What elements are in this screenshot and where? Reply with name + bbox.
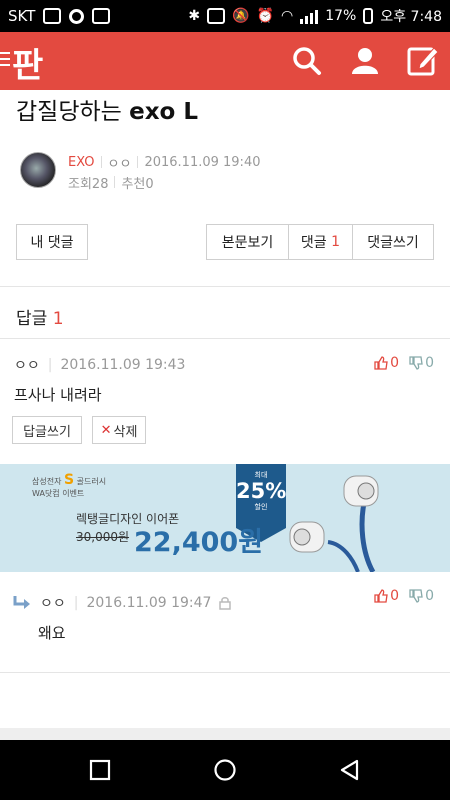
divider (0, 286, 450, 287)
ad-brand: 삼성전자 S 골드러시 WA닷컴 이벤트 (32, 472, 107, 500)
nfc-icon (207, 8, 226, 24)
vote-area: 0 0 (374, 588, 434, 604)
upvote-count: 0 (390, 355, 400, 371)
downvote-count: 0 (425, 588, 434, 604)
bluetooth-icon: ✱ (188, 8, 201, 24)
user-icon[interactable] (348, 44, 382, 78)
upvote-button[interactable]: 0 (374, 588, 399, 604)
delete-button[interactable]: ✕ 삭제 (92, 416, 146, 444)
reply-button[interactable]: 답글쓰기 (12, 416, 82, 444)
post-title-text: 갑질당하는 (16, 99, 130, 125)
post-title: 갑질당하는 exo L (16, 92, 198, 126)
comments-count: 1 (331, 234, 341, 250)
replies-count: 1 (52, 309, 64, 329)
recent-apps-icon[interactable] (88, 758, 112, 782)
circle-app-icon (69, 8, 85, 24)
write-comment-button[interactable]: 댓글쓰기 (353, 225, 433, 259)
view-post-button[interactable]: 본문보기 (207, 225, 289, 259)
home-icon[interactable] (213, 758, 237, 782)
downvote-button[interactable]: 0 (409, 588, 434, 604)
comments-button[interactable]: 댓글 1 (289, 225, 353, 259)
downvote-button[interactable]: 0 (409, 355, 434, 371)
earphone-image (289, 475, 379, 572)
thumbs-up-icon (374, 589, 388, 603)
reply-arrow-icon (13, 596, 30, 609)
compose-icon[interactable] (406, 44, 440, 78)
comment-date: 2016.11.09 19:43 (60, 357, 186, 373)
pann-notification-icon (92, 8, 111, 24)
ad-brand-line2: WA닷컴 이벤트 (32, 489, 85, 498)
lock-icon (219, 597, 232, 610)
comment-author: ㅇㅇ (14, 358, 40, 374)
search-icon[interactable] (290, 44, 324, 78)
upvote-count: 0 (390, 588, 400, 604)
replies-label: 답글 (16, 309, 48, 329)
my-comments-button[interactable]: 내 댓글 (16, 224, 88, 260)
downvote-count: 0 (425, 355, 434, 371)
ad-new-price: 22,400원 (134, 527, 264, 558)
ad-brand-s: S (64, 472, 75, 488)
back-icon[interactable] (338, 758, 362, 782)
thumbs-up-icon (374, 356, 388, 370)
thumbs-down-icon (409, 589, 423, 603)
replies-header: 답글 1 (16, 304, 64, 329)
ad-brand-event: 골드러시 (76, 477, 107, 486)
wifi-icon: ◠ (281, 8, 294, 24)
vote-area: 0 0 (374, 355, 434, 371)
author-info: EXO ㅇㅇ 2016.11.09 19:40 조회28 추천0 (20, 152, 260, 192)
delete-label: 삭제 (113, 424, 138, 440)
thumbs-down-icon (409, 356, 423, 370)
battery-label: 17% (325, 8, 357, 24)
divider (0, 338, 450, 339)
post-action-group: 본문보기 댓글 1 댓글쓰기 (206, 224, 434, 260)
author-tag[interactable]: EXO (68, 155, 95, 170)
post-title-bold: exo L (129, 99, 199, 125)
signal-icon (300, 8, 319, 24)
view-count: 조회28 (68, 176, 109, 192)
comment-text: 왜요 (38, 624, 66, 642)
carrier-label: SKT (8, 7, 36, 25)
comments-label: 댓글 (300, 235, 327, 251)
divider (0, 672, 450, 673)
comment-header: ㅇㅇ | 2016.11.09 19:43 (14, 357, 186, 374)
battery-icon (363, 8, 374, 24)
upvote-button[interactable]: 0 (374, 355, 399, 371)
recommend-count: 추천0 (121, 176, 154, 192)
app-header: 판 (0, 32, 450, 90)
logo[interactable]: 판 (12, 38, 43, 87)
clock: 오후 7:48 (380, 9, 442, 25)
ad-brand-line1: 삼성전자 (32, 477, 62, 486)
ad-old-price: 30,000원 (76, 530, 130, 544)
message-icon (43, 8, 62, 24)
menu-icon[interactable] (0, 52, 10, 70)
comment-date: 2016.11.09 19:47 (86, 595, 212, 611)
badge-bottom: 할인 (254, 503, 268, 511)
avatar[interactable] (20, 152, 56, 188)
ad-banner[interactable]: 삼성전자 S 골드러시 WA닷컴 이벤트 최대 25% 할인 렉탱글디자인 이어… (0, 464, 450, 572)
comment-text: 프사나 내려라 (14, 386, 102, 404)
mute-icon: 🔕 (232, 8, 250, 24)
comment-header: ㅇㅇ | 2016.11.09 19:47 (12, 593, 232, 613)
footer-strip (0, 728, 450, 740)
alarm-icon: ⏰ (256, 8, 274, 24)
post-date: 2016.11.09 19:40 (144, 154, 261, 170)
status-bar: SKT ✱ 🔕 ⏰ ◠ 17% 오후 7:48 (0, 0, 450, 32)
discount-badge: 최대 25% 할인 (236, 464, 286, 528)
author-name: ㅇㅇ (107, 156, 132, 172)
badge-percent: 25% (236, 479, 287, 503)
comment-author: ㅇㅇ (40, 596, 66, 612)
close-icon: ✕ (100, 422, 112, 438)
system-nav-bar (0, 740, 450, 800)
